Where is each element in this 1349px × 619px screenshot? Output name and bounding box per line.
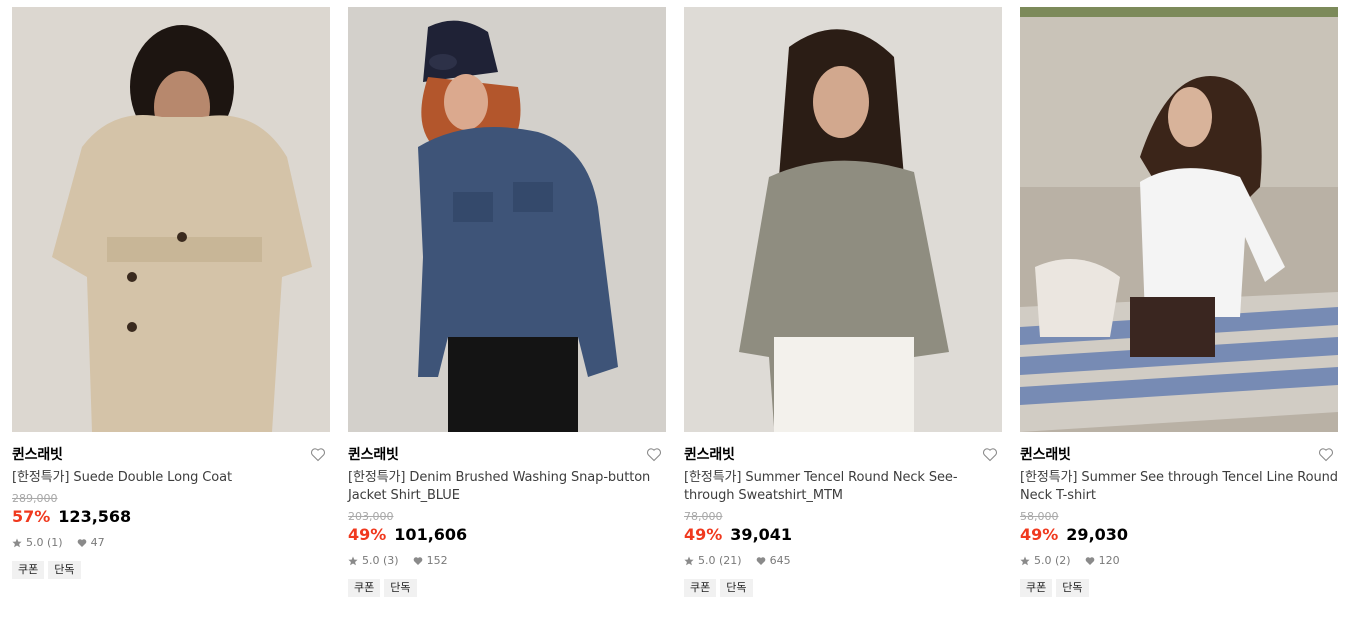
- discount-rate: 49%: [348, 525, 387, 544]
- tag-exclusive: 단독: [384, 579, 417, 597]
- price-row: 49% 101,606: [348, 525, 666, 545]
- product-image[interactable]: [348, 7, 666, 432]
- tag-list: 쿠폰 단독: [1020, 579, 1338, 597]
- wishlist-heart-icon[interactable]: [646, 447, 664, 463]
- brand-name[interactable]: 퀸스래빗: [684, 445, 1002, 465]
- wishlist-heart-icon[interactable]: [1318, 447, 1336, 463]
- product-photo-coat: [12, 7, 330, 432]
- price-row: 57% 123,568: [12, 507, 330, 527]
- tag-coupon: 쿠폰: [684, 579, 717, 597]
- discount-rate: 49%: [684, 525, 723, 544]
- sale-price: 29,030: [1066, 525, 1129, 544]
- star-icon: [12, 538, 22, 548]
- product-image[interactable]: [12, 7, 330, 432]
- review-meta: 5.0 (2) 120: [1020, 554, 1338, 568]
- sale-price: 39,041: [730, 525, 793, 544]
- like-count: 152: [426, 554, 448, 567]
- rating-text: 5.0 (1): [26, 536, 63, 549]
- heart-icon: [756, 557, 765, 565]
- brand-name[interactable]: 퀸스래빗: [12, 445, 330, 465]
- discount-rate: 49%: [1020, 525, 1059, 544]
- heart-icon: [77, 539, 86, 547]
- review-meta: 5.0 (21) 645: [684, 554, 1002, 568]
- product-card[interactable]: 퀸스래빗 [한정특가] Denim Brushed Washing Snap-b…: [348, 7, 666, 597]
- tag-list: 쿠폰 단독: [684, 579, 1002, 597]
- original-price: 58,000: [1020, 510, 1059, 523]
- review-meta: 5.0 (1) 47: [12, 536, 330, 550]
- brand-name[interactable]: 퀸스래빗: [348, 445, 666, 465]
- product-grid: 퀸스래빗 [한정특가] Suede Double Long Coat 289,0…: [0, 0, 1349, 619]
- heart-icon: [1085, 557, 1094, 565]
- original-price: 203,000: [348, 510, 394, 523]
- discount-rate: 57%: [12, 507, 51, 526]
- tag-coupon: 쿠폰: [12, 561, 45, 579]
- sale-price: 101,606: [394, 525, 468, 544]
- rating-text: 5.0 (3): [362, 554, 399, 567]
- tag-exclusive: 단독: [1056, 579, 1089, 597]
- price-row: 49% 39,041: [684, 525, 1002, 545]
- original-price: 289,000: [12, 492, 58, 505]
- like-count: 47: [90, 536, 105, 549]
- product-name[interactable]: [한정특가] Suede Double Long Coat: [12, 469, 330, 487]
- product-name[interactable]: [한정특가] Denim Brushed Washing Snap-button…: [348, 469, 666, 505]
- product-name[interactable]: [한정특가] Summer See through Tencel Line Ro…: [1020, 469, 1338, 505]
- original-price: 78,000: [684, 510, 723, 523]
- product-photo-tshirt: [1020, 7, 1338, 432]
- product-card[interactable]: 퀸스래빗 [한정특가] Summer See through Tencel Li…: [1020, 7, 1338, 597]
- review-meta: 5.0 (3) 152: [348, 554, 666, 568]
- tag-coupon: 쿠폰: [348, 579, 381, 597]
- like-count: 120: [1098, 554, 1120, 567]
- product-card[interactable]: 퀸스래빗 [한정특가] Summer Tencel Round Neck See…: [684, 7, 1002, 597]
- wishlist-heart-icon[interactable]: [310, 447, 328, 463]
- product-photo-denim: [348, 7, 666, 432]
- product-image[interactable]: [1020, 7, 1338, 432]
- brand-name[interactable]: 퀸스래빗: [1020, 445, 1338, 465]
- like-count: 645: [769, 554, 791, 567]
- price-row: 49% 29,030: [1020, 525, 1338, 545]
- sale-price: 123,568: [58, 507, 132, 526]
- product-card[interactable]: 퀸스래빗 [한정특가] Suede Double Long Coat 289,0…: [12, 7, 330, 579]
- star-icon: [348, 556, 358, 566]
- tag-exclusive: 단독: [720, 579, 753, 597]
- tag-list: 쿠폰 단독: [12, 561, 330, 579]
- product-photo-tencel-mtm: [684, 7, 1002, 432]
- rating-text: 5.0 (21): [698, 554, 742, 567]
- tag-coupon: 쿠폰: [1020, 579, 1053, 597]
- heart-icon: [413, 557, 422, 565]
- wishlist-heart-icon[interactable]: [982, 447, 1000, 463]
- product-image[interactable]: [684, 7, 1002, 432]
- star-icon: [684, 556, 694, 566]
- star-icon: [1020, 556, 1030, 566]
- rating-text: 5.0 (2): [1034, 554, 1071, 567]
- product-name[interactable]: [한정특가] Summer Tencel Round Neck See-thro…: [684, 469, 1002, 505]
- tag-list: 쿠폰 단독: [348, 579, 666, 597]
- tag-exclusive: 단독: [48, 561, 81, 579]
